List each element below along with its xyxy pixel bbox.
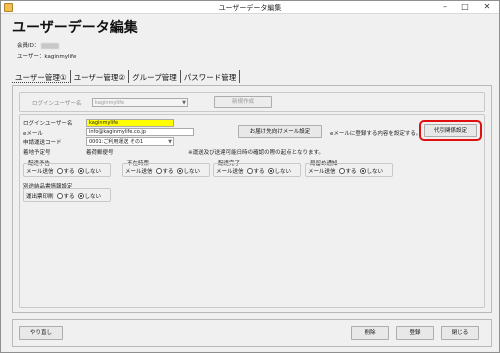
arrival-notice-yes-radio[interactable] — [56, 168, 63, 174]
login-user-select-label: ログインユーザー名 — [32, 101, 82, 107]
proxy-settings-button[interactable]: 代引関係設定 — [424, 124, 477, 137]
delivered-group: メール送信 する しない — [213, 163, 301, 177]
schedule-value: 着荷郵便号 — [86, 150, 114, 156]
plan-label: 申請運送コード — [23, 140, 62, 146]
window: ユーザーデータ編集 – □ ✕ ユーザーデータ編集 会員ID： ユーザー：kag… — [0, 0, 500, 353]
member-id-redacted — [41, 42, 60, 49]
invoice-no-label: しない — [84, 194, 102, 200]
register-button[interactable]: 登録 — [396, 326, 434, 340]
arrival-notice-mail-label: メール送信 — [26, 169, 54, 175]
arrival-notice-group: メール送信 する しない — [23, 163, 111, 177]
delivered-row: メール送信 する しない — [216, 167, 291, 175]
absent-mail-label: メール送信 — [125, 169, 153, 175]
minimize-button[interactable]: – — [435, 1, 455, 13]
absent-yes-label: する — [162, 169, 174, 175]
email-note: eメールに登録する内容を設定する。 — [330, 131, 422, 137]
delete-button[interactable]: 削除 — [351, 326, 389, 340]
delivered-no-label: しない — [274, 169, 292, 175]
close-button[interactable]: ✕ — [477, 1, 497, 13]
plan-select[interactable]: 0001:ご利用運送 その1 ▼ — [86, 137, 174, 146]
login-name-label: ログインユーザー名 — [23, 121, 73, 127]
maximize-button[interactable]: □ — [455, 1, 475, 13]
arrival-notice-yes-label: する — [63, 169, 75, 175]
login-user-select[interactable]: kaginmylife ▼ — [92, 98, 188, 107]
pickup-group: メール送信 する しない — [305, 163, 393, 177]
redo-button[interactable]: やり直し — [19, 326, 63, 340]
chevron-down-icon: ▼ — [182, 100, 186, 106]
arrival-notice-no-label: しない — [84, 169, 102, 175]
absent-group: メール送信 する しない — [122, 163, 210, 177]
pickup-mail-label: メール送信 — [308, 169, 336, 175]
pickup-no-radio[interactable] — [359, 168, 366, 174]
tab-user-management-1[interactable]: ユーザー管理① — [12, 70, 71, 83]
email-input[interactable]: info@kaginmylife.co.jp — [86, 128, 194, 136]
absent-row: メール送信 する しない — [125, 167, 200, 175]
invoice-no-radio[interactable] — [77, 193, 84, 199]
page-title: ユーザーデータ編集 — [12, 20, 138, 36]
pickup-row: メール送信 する しない — [308, 167, 383, 175]
invoice-row: 運出票印刷 する しない — [26, 192, 101, 200]
delivered-no-radio[interactable] — [267, 168, 274, 174]
title-bar: ユーザーデータ編集 – □ ✕ — [1, 1, 499, 14]
user-form-group: ログインユーザー名 kaginmylife eメール info@kaginmyl… — [19, 114, 485, 308]
member-id-label: 会員ID： — [17, 43, 40, 49]
pickup-yes-label: する — [345, 169, 357, 175]
login-user-group: ログインユーザー名 kaginmylife ▼ 新規作成 — [19, 92, 485, 112]
tab-bar: ユーザー管理① ユーザー管理② グループ管理 パスワード管理 — [12, 70, 241, 84]
notify-mail-settings-button[interactable]: お届け先向けメール設定 — [238, 125, 322, 138]
shipment-note: ※運送及び送達可能日時の確認の際の起点となります。 — [188, 150, 324, 156]
member-id: 会員ID： — [17, 41, 60, 49]
pickup-yes-radio[interactable] — [338, 168, 345, 174]
tab-password-management[interactable]: パスワード管理 — [181, 70, 241, 83]
absent-no-label: しない — [183, 169, 201, 175]
new-button[interactable]: 新規作成 — [214, 96, 272, 108]
tab-user-management-2[interactable]: ユーザー管理② — [71, 70, 130, 83]
arrival-notice-no-radio[interactable] — [77, 168, 84, 174]
user-line: ユーザー：kaginmylife — [17, 54, 77, 60]
tab-group-management[interactable]: グループ管理 — [129, 70, 181, 83]
delivered-mail-label: メール送信 — [216, 169, 244, 175]
invoice-yes-label: する — [63, 194, 75, 200]
window-title: ユーザーデータ編集 — [218, 4, 282, 12]
delivered-yes-radio[interactable] — [246, 168, 253, 174]
delivered-yes-label: する — [253, 169, 265, 175]
close-dialog-button[interactable]: 閉じる — [441, 326, 479, 340]
login-user-select-value: kaginmylife — [95, 100, 125, 106]
chevron-down-icon: ▼ — [168, 139, 172, 145]
tab-panel: ログインユーザー名 kaginmylife ▼ 新規作成 ログインユーザー名 ka… — [12, 85, 492, 313]
invoice-yes-radio[interactable] — [56, 193, 63, 199]
login-name-input[interactable]: kaginmylife — [86, 119, 174, 127]
schedule-label: 着地予定号 — [23, 150, 51, 156]
email-label: eメール — [23, 131, 43, 137]
footer-bar: やり直し 削除 登録 閉じる — [12, 319, 492, 347]
invoice-group: 運出票印刷 する しない — [23, 188, 111, 202]
plan-select-value: 0001:ご利用運送 その1 — [89, 139, 144, 145]
absent-yes-radio[interactable] — [155, 168, 162, 174]
absent-no-radio[interactable] — [176, 168, 183, 174]
invoice-print-label: 運出票印刷 — [26, 194, 54, 200]
pickup-no-label: しない — [366, 169, 384, 175]
arrival-notice-row: メール送信 する しない — [26, 167, 101, 175]
